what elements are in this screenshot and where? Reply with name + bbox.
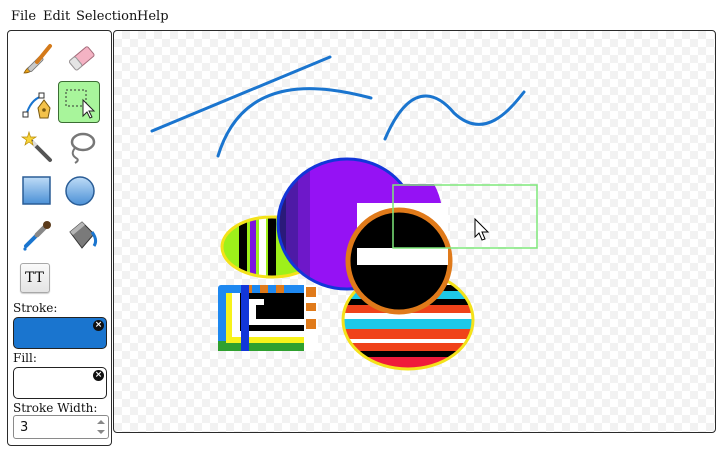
pen-tool[interactable] — [15, 81, 57, 123]
clear-stroke-icon[interactable]: × — [93, 320, 104, 331]
rectangle-icon — [22, 176, 51, 205]
eraser-icon — [69, 46, 95, 71]
selection-cursor-icon — [65, 89, 96, 119]
black-circle-shape — [345, 207, 453, 315]
ellipse-tool[interactable] — [59, 169, 101, 211]
rectangle-tool[interactable] — [15, 169, 57, 211]
mouse-cursor-icon — [474, 217, 490, 241]
brush-strokes — [150, 55, 526, 158]
lasso-tool[interactable] — [59, 125, 101, 167]
lasso-icon — [70, 132, 96, 164]
ellipse-icon — [65, 176, 95, 206]
stroke-color-swatch[interactable]: × — [13, 317, 107, 349]
clear-fill-icon[interactable]: × — [93, 370, 104, 381]
select-tool[interactable] — [58, 81, 100, 123]
stroke-width-input[interactable]: 3 — [13, 415, 109, 439]
text-tool[interactable]: TT — [20, 263, 50, 293]
menu-help[interactable]: Help — [137, 9, 169, 24]
drawing-canvas[interactable] — [113, 30, 716, 433]
magic-wand-icon — [20, 130, 52, 162]
eyedropper-tool[interactable] — [15, 213, 57, 255]
canvas-drawing — [150, 55, 538, 371]
text-tool-glyph: TT — [25, 270, 44, 286]
brush-tool[interactable] — [15, 37, 57, 79]
stroke-label: Stroke: — [13, 301, 58, 315]
paintbrush-icon — [23, 44, 52, 74]
menu-selection[interactable]: Selection — [76, 9, 137, 24]
paint-bucket-icon — [69, 221, 98, 249]
fill-color-swatch[interactable]: × — [13, 367, 107, 399]
menu-bar: File Edit Selection Help — [0, 0, 722, 30]
menu-edit[interactable]: Edit — [43, 9, 70, 24]
toolbox-panel: TT Stroke: × Fill: × Stroke Width: 3 — [7, 30, 112, 446]
fill-bucket-tool[interactable] — [59, 213, 101, 255]
spinner-arrows-icon[interactable] — [94, 416, 108, 438]
nested-rectangles-shape — [218, 285, 318, 351]
pen-nib-icon — [22, 92, 51, 119]
stroke-width-label: Stroke Width: — [13, 401, 98, 415]
menu-file[interactable]: File — [11, 9, 36, 24]
fill-label: Fill: — [13, 351, 37, 365]
magic-wand-tool[interactable] — [15, 125, 57, 167]
eyedropper-icon — [23, 221, 51, 251]
eraser-tool[interactable] — [59, 37, 101, 79]
stroke-width-value: 3 — [20, 420, 29, 435]
